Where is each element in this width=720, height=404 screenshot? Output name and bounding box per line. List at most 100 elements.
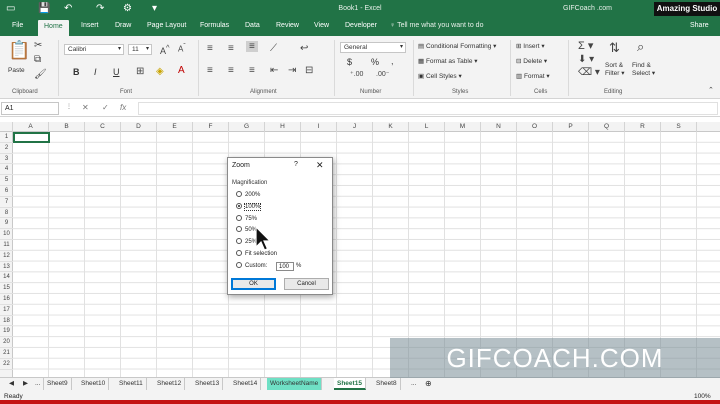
align-center-icon[interactable]: ≡ [228, 65, 234, 76]
sheet-tab[interactable]: Sheet11 [116, 378, 147, 390]
column-header[interactable]: G [229, 122, 265, 132]
align-bottom-icon[interactable]: ≡ [246, 41, 258, 52]
shrink-font-icon[interactable]: Aˇ [178, 43, 186, 54]
user-name[interactable]: GIFCoach .com [563, 5, 612, 12]
italic-button[interactable]: I [94, 67, 97, 77]
sheet-tab[interactable]: Sheet10 [78, 378, 110, 390]
align-right-icon[interactable]: ≡ [249, 65, 255, 76]
column-header[interactable]: D [121, 122, 157, 132]
font-name-combo[interactable]: Calibri ▾ [64, 44, 124, 55]
tab-insert[interactable]: Insert [81, 22, 99, 29]
radio-button[interactable] [236, 226, 242, 232]
align-left-icon[interactable]: ≡ [207, 65, 213, 76]
row-header[interactable]: 13 [0, 262, 13, 273]
radio-button[interactable] [236, 191, 242, 197]
column-header[interactable]: C [85, 122, 121, 132]
insert-function-icon[interactable]: fx [120, 103, 126, 112]
help-icon[interactable]: ? [294, 161, 298, 168]
currency-button[interactable]: $ [347, 57, 352, 67]
row-header[interactable]: 8 [0, 208, 13, 219]
autosum-icon[interactable]: Σ ▾ [578, 39, 593, 52]
row-header[interactable]: 2 [0, 143, 13, 154]
cancel-entry-icon[interactable]: ✕ [82, 103, 89, 112]
radio-button-selected[interactable] [236, 203, 242, 209]
percent-button[interactable]: % [371, 57, 379, 67]
row-header[interactable]: 5 [0, 175, 13, 186]
cancel-button[interactable]: Cancel [284, 278, 329, 290]
row-header[interactable]: 7 [0, 197, 13, 208]
sheet-tab-active[interactable]: Sheet15 [334, 378, 366, 390]
column-header[interactable]: R [625, 122, 661, 132]
formula-input[interactable] [138, 102, 718, 115]
row-header[interactable]: 11 [0, 240, 13, 251]
row-header[interactable]: 6 [0, 186, 13, 197]
collapse-ribbon-icon[interactable]: ⌃ [708, 86, 714, 94]
sheet-tab[interactable]: Sheet13 [192, 378, 224, 390]
align-top-icon[interactable]: ≡ [207, 43, 213, 54]
row-header[interactable]: 14 [0, 272, 13, 284]
comma-style-icon[interactable]: , [391, 56, 394, 66]
find-select-button[interactable]: Find & Select ▾ [632, 62, 655, 78]
format-as-table-button[interactable]: ▦ Format as Table ▾ [418, 57, 478, 65]
column-header[interactable]: K [373, 122, 409, 132]
zoom-option-custom[interactable]: Custom: [236, 262, 267, 271]
column-header[interactable]: L [409, 122, 445, 132]
zoom-option-25[interactable]: 25% [236, 238, 257, 247]
sheet-tab[interactable]: Sheet14 [230, 378, 262, 390]
column-header[interactable]: I [301, 122, 337, 132]
row-header[interactable]: 12 [0, 251, 13, 262]
name-box[interactable]: A1 [1, 102, 59, 115]
align-middle-icon[interactable]: ≡ [228, 43, 234, 54]
delete-cells-button[interactable]: ⊟ Delete ▾ [516, 57, 547, 65]
close-icon[interactable]: ✕ [316, 160, 324, 171]
clear-icon[interactable]: ⌫ ▾ [578, 67, 600, 78]
column-header[interactable]: N [481, 122, 517, 132]
decrease-indent-icon[interactable]: ⇤ [270, 65, 278, 76]
zoom-option-50[interactable]: 50% [236, 226, 257, 235]
zoom-level[interactable]: 100% [694, 393, 711, 400]
column-header[interactable]: S [661, 122, 697, 132]
tab-formulas[interactable]: Formulas [200, 22, 229, 29]
tell-me-box[interactable]: ♀ Tell me what you want to do [390, 22, 483, 29]
row-header[interactable]: 10 [0, 229, 13, 240]
tab-home[interactable]: Home [38, 20, 69, 36]
format-painter-icon[interactable]: 🖌 [34, 69, 47, 80]
more-sheets-right[interactable]: ... [408, 378, 419, 390]
zoom-option-75[interactable]: 75% [236, 215, 257, 224]
column-header[interactable]: F [193, 122, 229, 132]
more-sheets-left[interactable]: ... [32, 378, 45, 390]
orientation-icon[interactable]: ⟋ [270, 43, 277, 54]
paste-button[interactable]: Paste [8, 67, 25, 74]
column-header[interactable]: J [337, 122, 373, 132]
number-format-combo[interactable]: General ▾ [340, 42, 406, 53]
column-header[interactable]: M [445, 122, 481, 132]
increase-decimal-icon[interactable]: ⁺.00 [350, 70, 363, 78]
format-cells-button[interactable]: ▥ Format ▾ [516, 72, 550, 80]
confirm-entry-icon[interactable]: ✓ [102, 103, 109, 112]
row-header[interactable]: 17 [0, 305, 13, 316]
add-sheet-icon[interactable]: ⊕ [422, 378, 435, 390]
row-header[interactable]: 18 [0, 316, 13, 327]
copy-icon[interactable]: ⧉ [34, 54, 41, 65]
row-header[interactable]: 15 [0, 283, 13, 294]
column-header[interactable]: H [265, 122, 301, 132]
borders-icon[interactable]: ⊞ [136, 66, 144, 77]
sort-filter-button[interactable]: Sort & Filter ▾ [605, 62, 625, 78]
share-button[interactable]: Share [690, 22, 709, 29]
radio-button[interactable] [236, 215, 242, 221]
zoom-option-200[interactable]: 200% [236, 191, 260, 200]
underline-button[interactable]: U [113, 67, 120, 77]
cut-icon[interactable]: ✂ [34, 40, 42, 51]
column-header[interactable]: E [157, 122, 193, 132]
zoom-option-100[interactable]: 100% [236, 203, 262, 212]
row-header[interactable]: 20 [0, 337, 13, 348]
paste-icon[interactable]: 📋 [8, 40, 30, 61]
scroll-left-icon[interactable]: ◀ [6, 378, 17, 390]
sort-filter-icon[interactable]: ⇅ [609, 40, 620, 56]
column-header[interactable]: A [13, 122, 49, 132]
row-header[interactable]: 4 [0, 164, 13, 176]
row-header[interactable]: 9 [0, 218, 13, 230]
insert-cells-button[interactable]: ⊞ Insert ▾ [516, 42, 545, 50]
sheet-tab-highlighted[interactable]: WorksheetName [267, 378, 323, 390]
tab-view[interactable]: View [314, 22, 329, 29]
